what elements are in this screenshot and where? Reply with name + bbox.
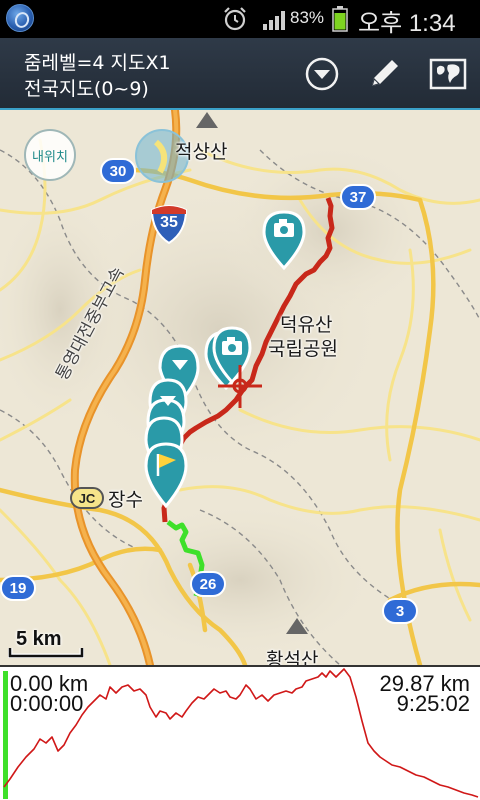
elevation-profile[interactable]: 0.00 km 0:00:00 29.87 km 9:25:02 xyxy=(0,665,480,800)
map-view[interactable]: 내위치 적상산 덕유산 국립공원 장수 황석산 통영대전중부고속 30 37 1… xyxy=(0,110,480,665)
junction-badge: JC xyxy=(70,487,104,509)
highway-shield-35: 35 xyxy=(150,202,188,245)
my-location-label: 내위치 xyxy=(32,149,68,165)
map-select-button[interactable] xyxy=(426,52,470,96)
status-bar: 83% 오후 1:34 xyxy=(0,0,480,38)
scale-label: 5 km xyxy=(16,628,62,650)
route-badge-3: 3 xyxy=(382,598,418,624)
pencil-icon xyxy=(372,60,398,86)
place-label-hwangseoksan: 황석산 xyxy=(266,649,319,665)
map-type-label: 전국지도(0~9) xyxy=(24,78,149,100)
map-terrain xyxy=(0,110,480,665)
place-label-jangsu: 장수 xyxy=(108,489,143,511)
route-badge-37: 37 xyxy=(340,184,376,210)
action-bar: 줌레벨=4 지도X1 전국지도(0~9) xyxy=(0,38,480,110)
signal-icon xyxy=(263,11,285,30)
my-location-button[interactable]: 내위치 xyxy=(24,129,76,181)
mountain-icon xyxy=(196,112,218,128)
place-label-jeoksangsan: 적상산 xyxy=(175,141,228,163)
highway-shield-number: 35 xyxy=(160,214,178,231)
mountain-icon xyxy=(286,618,308,634)
place-label-deogyusan: 덕유산 xyxy=(280,314,333,336)
total-time: 9:25:02 xyxy=(396,691,470,716)
route-badge-30: 30 xyxy=(100,158,136,184)
place-label-national-park: 국립공원 xyxy=(268,338,338,360)
route-badge-19: 19 xyxy=(0,575,36,601)
battery-icon xyxy=(332,6,348,32)
zoom-level-label: 줌레벨=4 지도X1 xyxy=(24,52,171,74)
edit-button[interactable] xyxy=(362,52,406,96)
app-icon xyxy=(6,4,34,32)
start-time: 0:00:00 xyxy=(10,691,84,716)
alarm-icon xyxy=(224,7,246,31)
battery-percent: 83% xyxy=(290,8,325,27)
clock: 오후 1:34 xyxy=(358,10,456,37)
map-icon xyxy=(429,58,467,90)
route-badge-26: 26 xyxy=(190,571,226,597)
dropdown-button[interactable] xyxy=(300,52,344,96)
dropdown-icon xyxy=(305,57,339,91)
